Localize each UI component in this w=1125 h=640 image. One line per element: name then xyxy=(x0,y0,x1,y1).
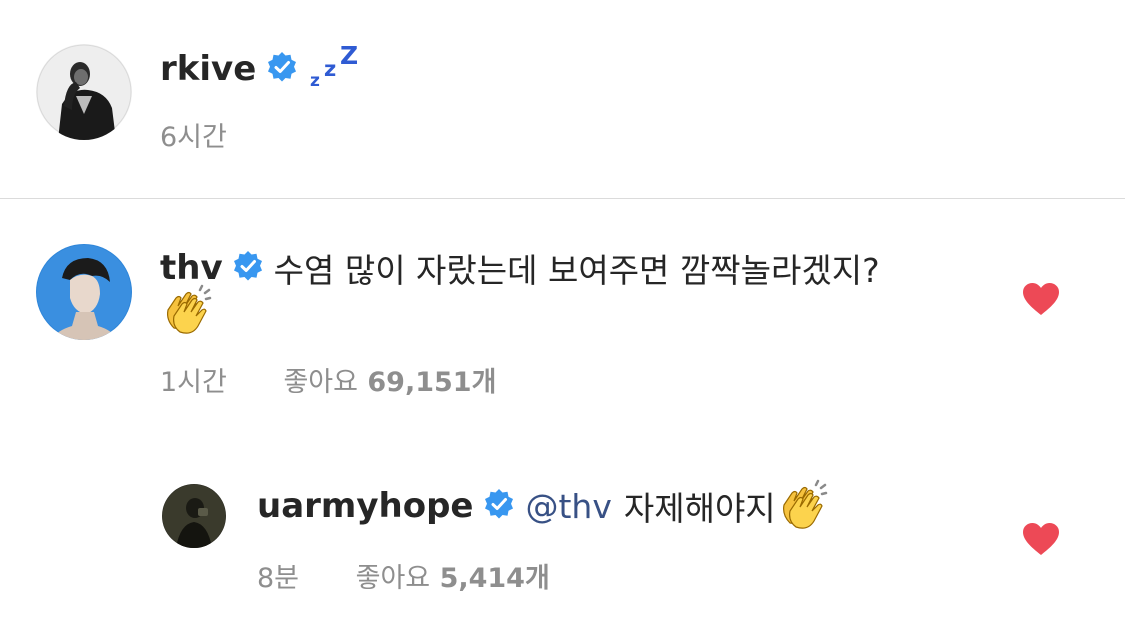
heart-icon[interactable] xyxy=(1022,282,1060,320)
like-count[interactable]: 좋아요 69,151개 xyxy=(283,367,496,398)
reply-meta: 8분 좋아요 5,414개 xyxy=(257,556,550,595)
likes-number: 69,151개 xyxy=(367,367,497,398)
like-count[interactable]: 좋아요 5,414개 xyxy=(356,563,550,594)
zzz-icon: z z Z xyxy=(308,41,362,94)
clapping-hands-icon xyxy=(160,284,212,340)
caption-time: 6시간 xyxy=(160,115,227,154)
avatar-rkive[interactable] xyxy=(36,44,132,140)
timestamp: 8분 xyxy=(257,563,300,594)
reply-header: uarmyhope @thv 자제해야지 xyxy=(257,479,828,530)
svg-text:Z: Z xyxy=(340,44,358,70)
comments-screen: rkive z z Z 6시간 thv 수염 많이 자랐는데 보여주면 깜짝놀라… xyxy=(0,0,1125,640)
timestamp: 1시간 xyxy=(160,367,227,398)
verified-badge-icon xyxy=(483,488,515,524)
likes-label: 좋아요 xyxy=(283,367,358,398)
caption-block: rkive z z Z 6시간 xyxy=(0,0,1125,199)
clapping-hands-icon xyxy=(776,479,828,535)
username-rkive[interactable]: rkive xyxy=(160,49,256,89)
verified-badge-icon xyxy=(232,250,264,286)
reply-text: 자제해야지 xyxy=(623,489,776,528)
comment-text: 수염 많이 자랐는데 보여주면 깜짝놀라겠지? xyxy=(273,251,880,290)
comment-meta: 1시간 좋아요 69,151개 xyxy=(160,360,496,399)
svg-text:z: z xyxy=(324,57,336,81)
mention-link[interactable]: @thv xyxy=(525,487,611,526)
likes-label: 좋아요 xyxy=(355,563,431,594)
avatar-thv[interactable] xyxy=(36,244,132,340)
avatar-uarmyhope[interactable] xyxy=(162,484,226,548)
username-thv[interactable]: thv xyxy=(160,248,223,288)
svg-text:z: z xyxy=(310,71,320,90)
username-uarmyhope[interactable]: uarmyhope xyxy=(257,486,473,526)
caption-header: rkive z z Z xyxy=(160,41,362,94)
comment-header: thv 수염 많이 자랐는데 보여주면 깜짝놀라겠지? xyxy=(160,244,880,292)
timestamp: 6시간 xyxy=(160,122,227,153)
likes-number: 5,414개 xyxy=(439,563,550,594)
heart-icon[interactable] xyxy=(1022,522,1060,560)
verified-badge-icon xyxy=(266,51,298,87)
